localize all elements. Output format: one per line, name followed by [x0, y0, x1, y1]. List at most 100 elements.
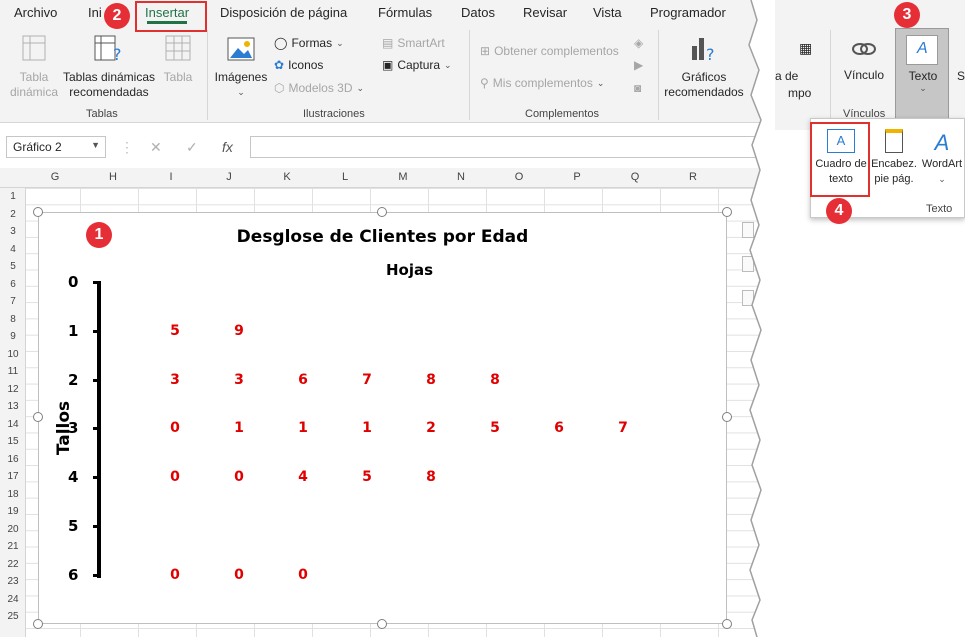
stem-tick	[93, 329, 101, 333]
row-header[interactable]: 18	[0, 489, 26, 500]
column-header[interactable]: N	[432, 171, 490, 183]
enter-icon[interactable]: ✓	[186, 139, 198, 156]
resize-handle[interactable]	[722, 207, 732, 217]
leaf-value: 8	[490, 371, 500, 388]
row-header[interactable]: 21	[0, 541, 26, 552]
link-button[interactable]: Vínculo	[837, 38, 891, 83]
column-header[interactable]: G	[26, 171, 84, 183]
tab-archivo[interactable]: Archivo	[14, 5, 57, 20]
column-header[interactable]: H	[84, 171, 142, 183]
stem-leaf-chart[interactable]: Desglose de Clientes por Edad Hojas Tall…	[38, 212, 727, 624]
row-header[interactable]: 16	[0, 454, 26, 465]
column-header[interactable]: J	[200, 171, 258, 183]
row-header[interactable]: 19	[0, 506, 26, 517]
text-button[interactable]: A Texto ⌄	[895, 28, 949, 123]
row-header[interactable]: 17	[0, 471, 26, 482]
shapes-button[interactable]: ◯ Formas ⌄	[274, 36, 344, 50]
leaf-value: 5	[170, 322, 180, 339]
column-header[interactable]: R	[664, 171, 722, 183]
bing-icon[interactable]: ▶	[634, 58, 643, 72]
column-header[interactable]: I	[142, 171, 200, 183]
leaf-value: 4	[298, 469, 308, 486]
row-header[interactable]: 14	[0, 419, 26, 430]
row-header[interactable]: 12	[0, 384, 26, 395]
3d-models-button[interactable]: ⬡ Modelos 3D ⌄	[274, 81, 364, 95]
chevron-down-icon: ⌄	[938, 174, 946, 184]
header-footer-button[interactable]: Encabez. pie pág.	[869, 129, 919, 187]
column-header[interactable]: M	[374, 171, 432, 183]
row-header[interactable]: 20	[0, 524, 26, 535]
leaves-axis-title[interactable]: Hojas	[39, 261, 726, 279]
tab-programador[interactable]: Programador	[650, 5, 726, 20]
column-header[interactable]: L	[316, 171, 374, 183]
get-addins-button[interactable]: ⊞ Obtener complementos	[480, 44, 619, 58]
resize-handle[interactable]	[722, 412, 732, 422]
resize-handle[interactable]	[377, 207, 387, 217]
formula-input[interactable]	[250, 136, 760, 158]
row-header[interactable]: 1	[0, 191, 26, 202]
name-box[interactable]: Gráfico 2 ▼	[6, 136, 106, 158]
row-header[interactable]: 8	[0, 314, 26, 325]
wordart-button[interactable]: A WordArt ⌄	[919, 129, 965, 187]
tab-inicio[interactable]: Ini	[88, 5, 102, 20]
tab-disposicion[interactable]: Disposición de página	[220, 5, 347, 20]
resize-handle[interactable]	[33, 619, 43, 629]
row-header[interactable]: 10	[0, 349, 26, 360]
tab-formulas[interactable]: Fórmulas	[378, 5, 432, 20]
recommended-pivot-label: Tablas dinámicas recomendadas	[62, 70, 156, 99]
partial-label-a: a de	[775, 69, 799, 83]
recommended-pivot-button[interactable]: ? Tablas dinámicas recomendadas	[62, 34, 156, 100]
leaf-value: 5	[362, 469, 372, 486]
tab-vista[interactable]: Vista	[593, 5, 622, 20]
row-header[interactable]: 22	[0, 559, 26, 570]
row-header[interactable]: 2	[0, 209, 26, 220]
stem-tick	[93, 476, 101, 480]
row-header[interactable]: 13	[0, 401, 26, 412]
wordart-label: WordArt	[921, 158, 963, 170]
column-header[interactable]: K	[258, 171, 316, 183]
images-label: Imágenes	[214, 70, 268, 84]
row-header[interactable]: 23	[0, 576, 26, 587]
stem-label: 1	[68, 321, 79, 340]
stem-tick	[93, 573, 101, 577]
row-header[interactable]: 24	[0, 594, 26, 605]
group-separator	[658, 30, 659, 120]
images-button[interactable]: Imágenes ⌄	[212, 36, 270, 100]
column-header[interactable]: Q	[606, 171, 664, 183]
resize-handle[interactable]	[722, 619, 732, 629]
tab-datos[interactable]: Datos	[461, 5, 495, 20]
leaf-value: 0	[298, 566, 308, 583]
table-button[interactable]: Tabla	[158, 34, 198, 85]
smartart-button[interactable]: ▤ SmartArt	[382, 36, 445, 50]
my-addins-button[interactable]: ⚲ Mis complementos ⌄	[480, 76, 604, 90]
row-header[interactable]: 11	[0, 366, 26, 377]
row-header[interactable]: 6	[0, 279, 26, 290]
resize-handle[interactable]	[377, 619, 387, 629]
chevron-down-icon: ⌄	[237, 87, 245, 97]
screenshot-button[interactable]: ▣ Captura ⌄	[382, 58, 452, 72]
row-header[interactable]: 9	[0, 331, 26, 342]
row-header[interactable]: 5	[0, 261, 26, 272]
recommended-charts-button[interactable]: ? Gráficos recomendados	[664, 34, 744, 100]
resize-handle[interactable]	[33, 207, 43, 217]
leaf-value: 1	[362, 420, 372, 437]
svg-text:?: ?	[113, 45, 122, 62]
insert-function-button[interactable]: fx	[222, 139, 233, 155]
icons-button[interactable]: ✿ Iconos	[274, 58, 323, 72]
column-header[interactable]: P	[548, 171, 606, 183]
stem-tick	[93, 281, 101, 284]
chart-title[interactable]: Desglose de Clientes por Edad	[39, 227, 726, 247]
resize-handle[interactable]	[33, 412, 43, 422]
column-header[interactable]: O	[490, 171, 548, 183]
visio-icon[interactable]: ◈	[634, 36, 643, 50]
people-icon[interactable]: ◙	[634, 81, 641, 95]
leaf-value: 5	[490, 420, 500, 437]
row-header[interactable]: 7	[0, 296, 26, 307]
cancel-icon[interactable]: ✕	[150, 139, 162, 156]
row-header[interactable]: 25	[0, 611, 26, 622]
row-header[interactable]: 15	[0, 436, 26, 447]
tab-revisar[interactable]: Revisar	[523, 5, 567, 20]
row-header[interactable]: 3	[0, 226, 26, 237]
row-header[interactable]: 4	[0, 244, 26, 255]
pivot-table-button[interactable]: Tabla dinámica	[6, 34, 62, 100]
